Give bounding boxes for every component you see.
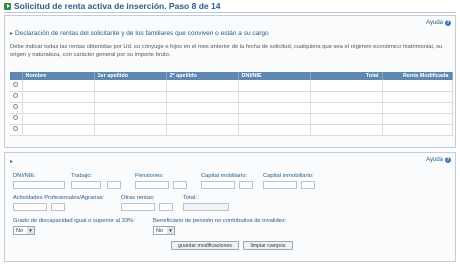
beneficiario-select[interactable]: No ▼ [153,226,175,235]
capital-mobiliario-decimal-field[interactable] [239,181,253,189]
save-button[interactable]: guardar modificaciones [171,241,239,250]
help-label: Ayuda [426,157,443,163]
help-icon: ? [445,20,451,26]
row-radio[interactable] [13,81,19,87]
otras-rentas-field[interactable] [121,203,155,211]
table-header-select [10,72,23,80]
section-description: Debe indicar todas las rentas obtenidas … [10,44,443,58]
pensiones-decimal-field[interactable] [173,181,187,189]
trabajo-decimal-field[interactable] [107,181,121,189]
trabajo-field[interactable] [71,181,101,189]
chevron-down-icon: ▼ [167,227,174,234]
otras-rentas-decimal-field[interactable] [159,203,173,211]
table-header-renta-modificada: Renta Modificada [382,72,453,80]
row-radio[interactable] [13,93,19,98]
discapacidad-label: Grado de discapacidad igual o superior a… [13,218,135,224]
collapse-icon[interactable]: ▸ [10,158,13,165]
table-row[interactable] [10,124,453,136]
row-radio[interactable] [13,104,19,109]
title-divider [4,12,456,13]
help-link[interactable]: Ayuda ? [426,20,451,26]
row-radio[interactable] [13,126,19,131]
beneficiario-selected: No [156,227,164,234]
total-field [183,203,229,211]
otras-rentas-label: Otras rentas: [121,195,155,201]
arrow-icon [4,2,11,10]
table-header-apellido1: 1er apellido [94,72,167,80]
row-radio[interactable] [13,115,19,120]
chevron-down-icon: ▼ [27,227,34,234]
help-link[interactable]: Ayuda ? [426,157,451,163]
pensiones-label: Pensiones: [135,173,164,179]
dni-label: DNI/NIE: [13,173,36,179]
table-header-total: Total [310,72,383,80]
table-header-nombre: Nombre [22,72,95,80]
actividades-label: Actividades Profesionales/Agrarias: [13,195,105,201]
help-label: Ayuda [426,20,443,26]
rent-detail-panel: ▸ Ayuda ? DNI/NIE: Trabajo: Pensiones: C… [4,152,456,262]
actividades-decimal-field[interactable] [51,203,65,211]
expand-icon[interactable]: ▸ [10,30,13,37]
capital-inmobiliario-decimal-field[interactable] [301,181,315,189]
section-heading-text: Declaración de rentas del solicitante y … [15,30,269,37]
table-row[interactable] [10,91,453,103]
table-header-apellido2: 2º apellido [166,72,239,80]
table-row[interactable] [10,113,453,125]
dni-field[interactable] [13,181,65,189]
page-header: Solicitud de renta activa de inserción. … [0,0,460,12]
capital-mobiliario-label: Capital mobiliario: [201,173,248,179]
capital-inmobiliario-field[interactable] [263,181,297,189]
total-label: Total: [183,195,197,201]
discapacidad-selected: No [16,227,24,234]
trabajo-label: Trabajo: [71,173,93,179]
table-header-dni: DNI/NIE [238,72,311,80]
clear-button[interactable]: limpiar campos [243,241,293,250]
actividades-field[interactable] [13,203,47,211]
table-row[interactable] [10,80,453,92]
capital-mobiliario-field[interactable] [201,181,235,189]
section-heading[interactable]: ▸ Declaración de rentas del solicitante … [10,30,269,37]
rents-table: Nombre 1er apellido 2º apellido DNI/NIE … [10,72,453,136]
pensiones-field[interactable] [135,181,169,189]
table-row[interactable] [10,102,453,114]
rents-panel: Ayuda ? ▸ Declaración de rentas del soli… [4,15,456,148]
capital-inmobiliario-label: Capital inmobiliario: [263,173,314,179]
help-icon: ? [445,157,451,163]
discapacidad-select[interactable]: No ▼ [13,226,35,235]
beneficiario-label: Beneficiario de pensión no contributiva … [153,218,287,224]
page-title: Solicitud de renta activa de inserción. … [14,1,221,11]
